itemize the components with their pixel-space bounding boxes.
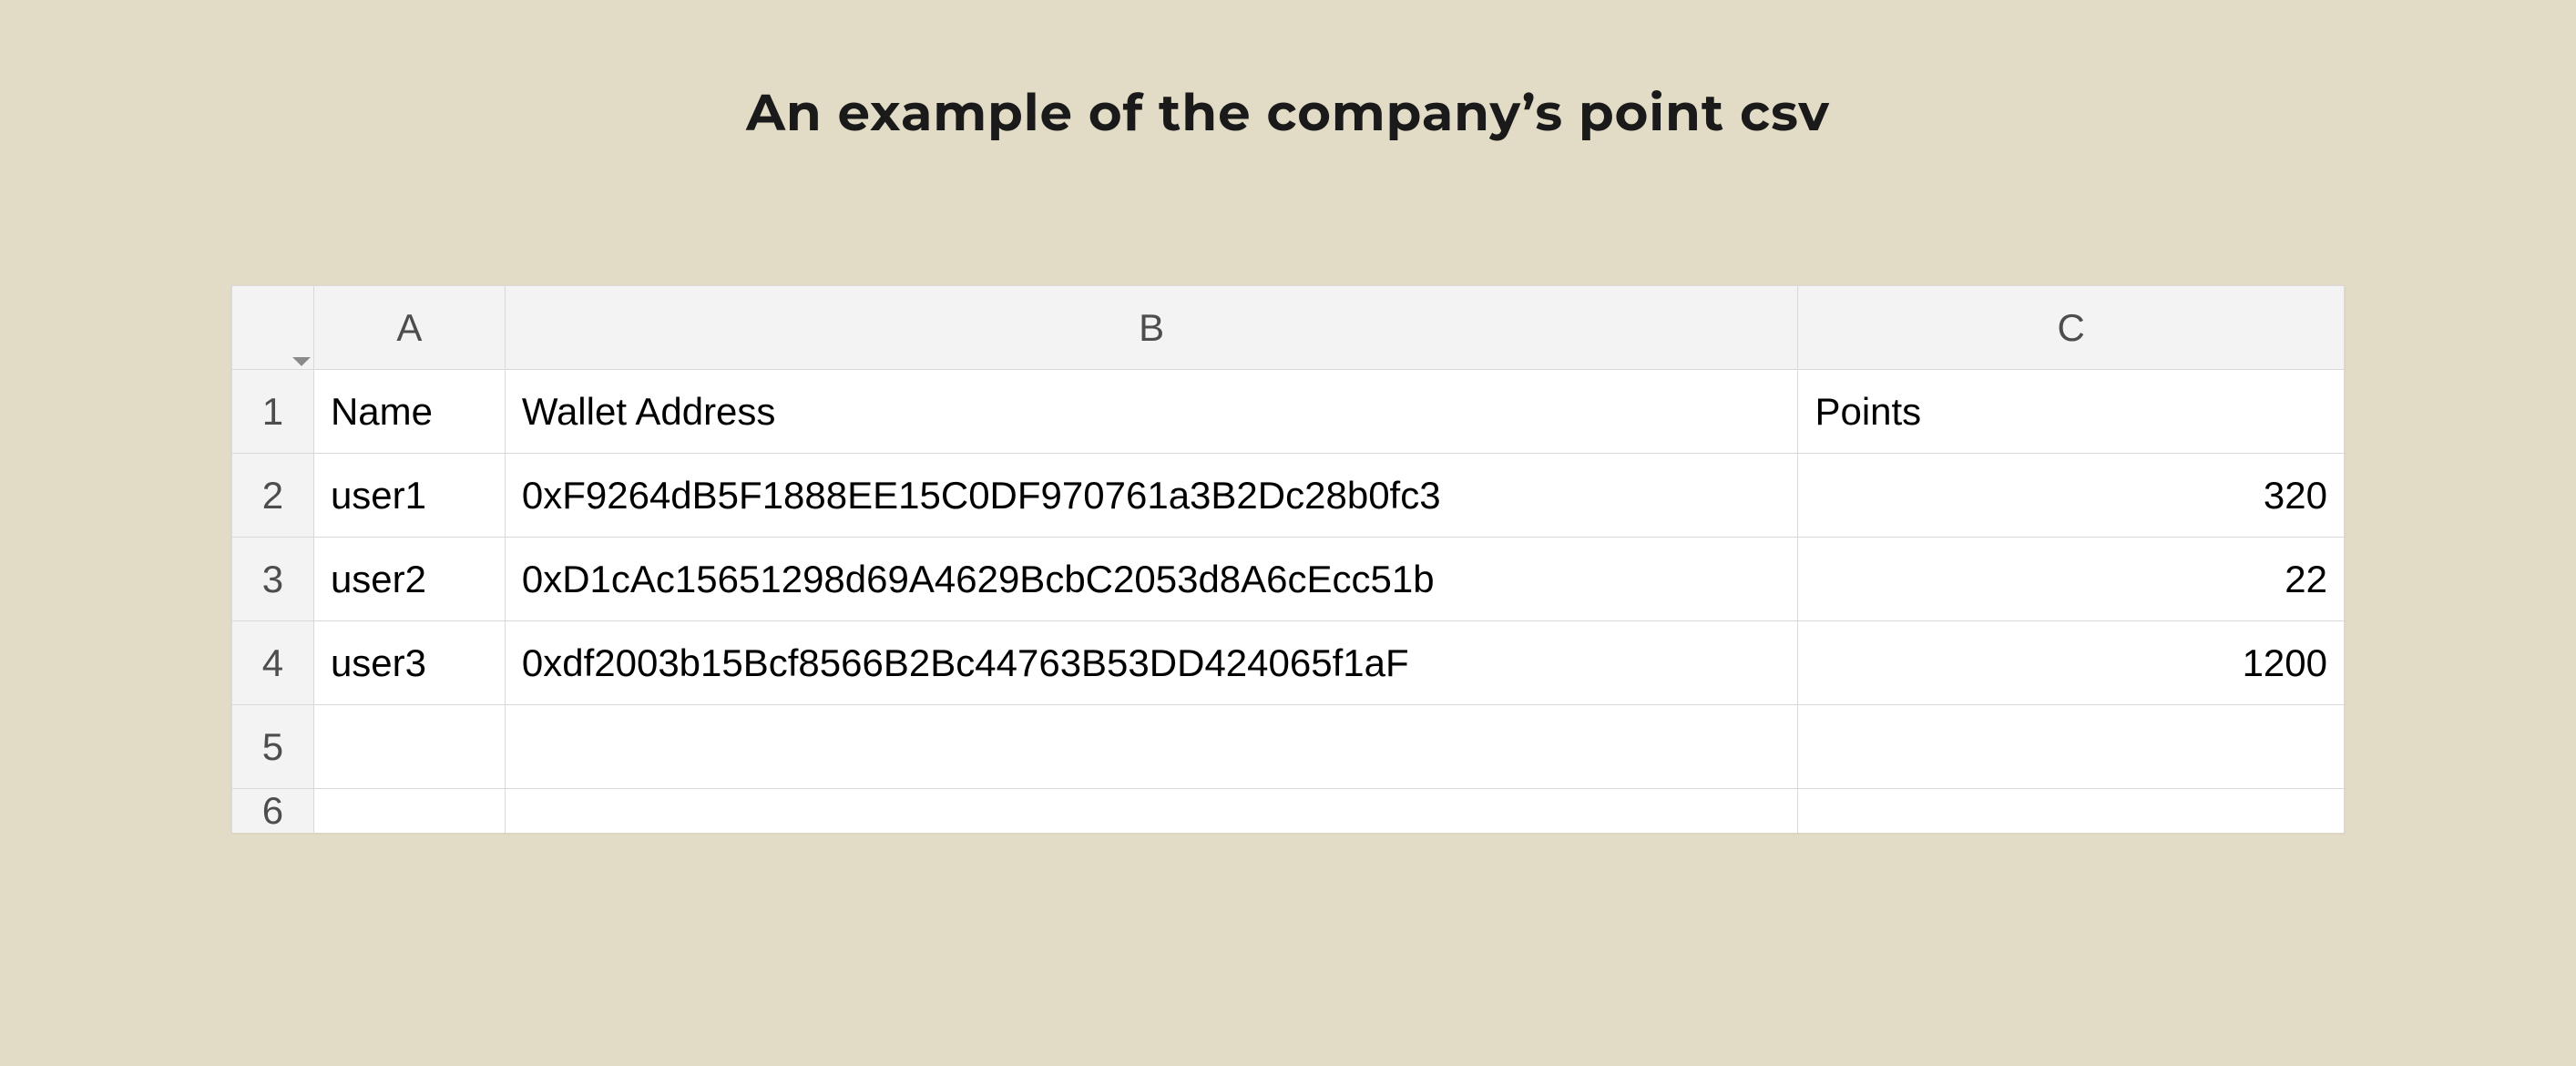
select-all-corner[interactable]: [232, 286, 314, 370]
row-number[interactable]: 1: [232, 370, 314, 454]
table-row: 1 Name Wallet Address Points: [232, 370, 2345, 454]
row-number[interactable]: 6: [232, 789, 314, 834]
cell-name[interactable]: user2: [313, 538, 505, 621]
table-row: 3 user2 0xD1cAc15651298d69A4629BcbC2053d…: [232, 538, 2345, 621]
row-number[interactable]: 2: [232, 454, 314, 538]
cell-name[interactable]: user1: [313, 454, 505, 538]
empty-cell[interactable]: [313, 789, 505, 834]
cell-a1[interactable]: Name: [313, 370, 505, 454]
column-header-b[interactable]: B: [505, 286, 1798, 370]
cell-wallet[interactable]: 0xD1cAc15651298d69A4629BcbC2053d8A6cEcc5…: [505, 538, 1798, 621]
row-number[interactable]: 3: [232, 538, 314, 621]
row-number[interactable]: 4: [232, 621, 314, 705]
page-title: An example of the company’s point csv: [746, 82, 1830, 144]
table-row: 4 user3 0xdf2003b15Bcf8566B2Bc44763B53DD…: [232, 621, 2345, 705]
row-number[interactable]: 5: [232, 705, 314, 789]
table-row: 6: [232, 789, 2345, 834]
cell-points[interactable]: 320: [1798, 454, 2345, 538]
empty-cell[interactable]: [1798, 789, 2345, 834]
cell-name[interactable]: user3: [313, 621, 505, 705]
cell-wallet[interactable]: 0xF9264dB5F1888EE15C0DF970761a3B2Dc28b0f…: [505, 454, 1798, 538]
cell-b1[interactable]: Wallet Address: [505, 370, 1798, 454]
column-header-c[interactable]: C: [1798, 286, 2345, 370]
column-header-a[interactable]: A: [313, 286, 505, 370]
spreadsheet-table: A B C 1 Name Wallet Address Points 2 use…: [231, 285, 2345, 833]
cell-points[interactable]: 22: [1798, 538, 2345, 621]
cell-wallet[interactable]: 0xdf2003b15Bcf8566B2Bc44763B53DD424065f1…: [505, 621, 1798, 705]
table-row: 2 user1 0xF9264dB5F1888EE15C0DF970761a3B…: [232, 454, 2345, 538]
empty-cell[interactable]: [505, 705, 1798, 789]
cell-c1[interactable]: Points: [1798, 370, 2345, 454]
cell-points[interactable]: 1200: [1798, 621, 2345, 705]
empty-cell[interactable]: [313, 705, 505, 789]
empty-cell[interactable]: [505, 789, 1798, 834]
empty-cell[interactable]: [1798, 705, 2345, 789]
table-row: 5: [232, 705, 2345, 789]
